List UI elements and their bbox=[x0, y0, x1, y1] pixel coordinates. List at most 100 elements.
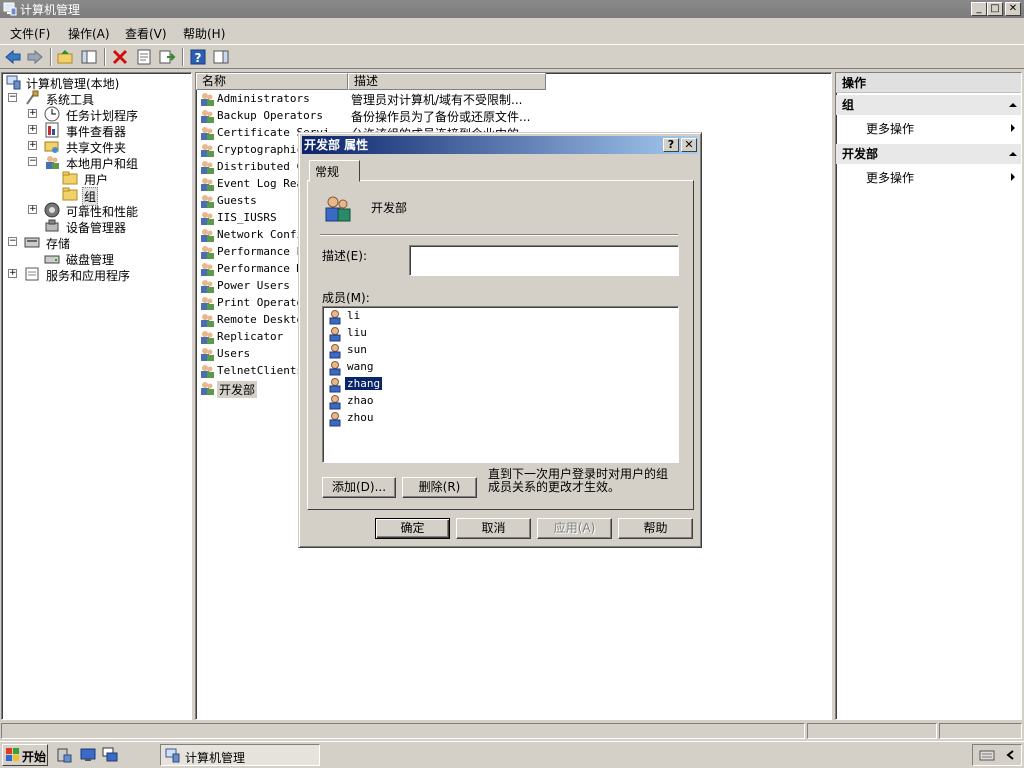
show-action-pane-icon[interactable] bbox=[212, 48, 230, 66]
folder-icon bbox=[62, 187, 78, 201]
status-panel-main bbox=[1, 723, 805, 739]
dialog-close-button[interactable]: ✕ bbox=[681, 138, 697, 152]
taskbar-item-computer-management[interactable]: 计算机管理 bbox=[160, 744, 320, 766]
collapse-toggle[interactable]: − bbox=[28, 157, 37, 166]
remove-member-button[interactable]: 删除(R) bbox=[402, 477, 477, 498]
actions-header: 操作 bbox=[836, 73, 1021, 93]
clock-icon bbox=[44, 106, 60, 122]
table-row[interactable]: Backup Operators 备份操作员为了备份或还原文件... bbox=[196, 107, 831, 124]
minimize-button[interactable]: _ bbox=[971, 2, 987, 16]
row-name: IIS_IUSRS bbox=[217, 211, 277, 224]
expand-toggle[interactable]: + bbox=[28, 205, 37, 214]
group-icon bbox=[201, 178, 214, 191]
row-name: Print Operator bbox=[217, 296, 310, 309]
row-name: Event Log Read bbox=[217, 177, 310, 190]
export-list-icon[interactable] bbox=[158, 48, 176, 66]
expand-toggle[interactable]: + bbox=[28, 125, 37, 134]
description-input[interactable] bbox=[409, 245, 679, 276]
collapse-toggle[interactable]: − bbox=[8, 93, 17, 102]
dialog-help-button[interactable]: ? bbox=[663, 138, 679, 152]
show-desktop-icon[interactable] bbox=[80, 747, 96, 763]
group-icon bbox=[201, 297, 214, 310]
collapse-toggle[interactable]: − bbox=[8, 237, 17, 246]
more-actions-groups[interactable]: 更多操作 bbox=[866, 120, 914, 137]
row-name: Guests bbox=[217, 194, 257, 207]
services-icon bbox=[25, 267, 39, 281]
close-button[interactable]: ✕ bbox=[1005, 2, 1021, 16]
chevron-left-icon[interactable] bbox=[1005, 749, 1017, 761]
expand-toggle[interactable]: + bbox=[28, 109, 37, 118]
ok-button[interactable]: 确定 bbox=[375, 518, 450, 539]
group-icon bbox=[201, 229, 214, 242]
user-icon bbox=[329, 310, 341, 325]
windows-logo-icon bbox=[6, 748, 19, 761]
row-description: 备份操作员为了备份或还原文件... bbox=[351, 110, 531, 124]
members-label: 成员(M): bbox=[322, 291, 370, 305]
member-name: sun bbox=[347, 343, 367, 356]
keyboard-icon[interactable] bbox=[979, 748, 995, 762]
back-arrow-icon[interactable] bbox=[4, 48, 22, 66]
member-name: zhao bbox=[347, 394, 374, 407]
maximize-button[interactable]: □ bbox=[987, 2, 1003, 16]
table-row[interactable]: Administrators 管理员对计算机/域有不受限制... bbox=[196, 90, 831, 107]
cancel-button[interactable]: 取消 bbox=[456, 518, 531, 539]
row-name: Performance Mo bbox=[217, 262, 310, 275]
group-icon bbox=[201, 127, 214, 140]
group-icon bbox=[201, 280, 214, 293]
row-name: Users bbox=[217, 347, 251, 360]
menu-view[interactable]: 查看(V) bbox=[125, 25, 167, 42]
start-button[interactable]: 开始 bbox=[2, 744, 48, 766]
status-panel-3 bbox=[939, 723, 1022, 739]
users-icon bbox=[46, 156, 59, 169]
user-icon bbox=[329, 378, 341, 393]
apply-button[interactable]: 应用(A) bbox=[537, 518, 612, 539]
add-member-button[interactable]: 添加(D)... bbox=[322, 477, 396, 498]
column-header-description[interactable]: 描述 bbox=[348, 73, 546, 90]
server-manager-icon[interactable] bbox=[56, 747, 72, 763]
menu-action[interactable]: 操作(A) bbox=[68, 25, 110, 42]
collapse-up-icon[interactable] bbox=[1009, 152, 1017, 156]
window-title-bar: 计算机管理 _ □ ✕ bbox=[0, 0, 1024, 18]
delete-icon[interactable] bbox=[111, 48, 129, 66]
member-name: zhang bbox=[345, 377, 383, 390]
row-name: Remote Desktop bbox=[217, 313, 310, 326]
collapse-up-icon[interactable] bbox=[1009, 103, 1017, 107]
menu-help[interactable]: 帮助(H) bbox=[183, 25, 225, 42]
row-name: Performance Lo bbox=[217, 245, 310, 258]
actions-pane: 操作 组 更多操作 开发部 更多操作 bbox=[835, 72, 1022, 720]
help-button[interactable]: 帮助 bbox=[618, 518, 693, 539]
menu-file[interactable]: 文件(F) bbox=[10, 25, 50, 42]
command-prompt-icon[interactable] bbox=[102, 747, 118, 763]
help-icon[interactable]: ? bbox=[189, 48, 207, 66]
console-tree[interactable]: 计算机管理(本地) − 系统工具 + 任务计划程序 + 事件查看器 + 共享文件… bbox=[1, 72, 192, 720]
expand-toggle[interactable]: + bbox=[28, 141, 37, 150]
row-name: Network Config bbox=[217, 228, 310, 241]
properties-icon[interactable] bbox=[135, 48, 153, 66]
actions-section-dev-dept[interactable]: 开发部 bbox=[836, 144, 1021, 164]
members-list[interactable]: li liu sun wang zhang zhao zhou bbox=[322, 306, 679, 463]
expand-toggle[interactable]: + bbox=[8, 269, 17, 278]
column-header-name[interactable]: 名称 bbox=[196, 73, 348, 90]
more-actions-dev-dept[interactable]: 更多操作 bbox=[866, 169, 914, 186]
tools-icon bbox=[26, 90, 39, 105]
dialog-title-bar: 开发部 属性 ? ✕ bbox=[302, 136, 698, 154]
group-icon bbox=[201, 246, 214, 259]
svg-text:?: ? bbox=[195, 51, 202, 65]
separator bbox=[320, 234, 678, 236]
shared-folder-icon bbox=[44, 141, 59, 153]
row-description: 管理员对计算机/域有不受限制... bbox=[351, 93, 523, 107]
dialog-title: 开发部 属性 bbox=[304, 138, 369, 152]
show-hide-tree-icon[interactable] bbox=[80, 48, 98, 66]
status-bar bbox=[0, 722, 1024, 740]
group-icon bbox=[201, 161, 214, 174]
tab-general[interactable]: 常规 bbox=[309, 160, 360, 182]
forward-arrow-icon[interactable] bbox=[26, 48, 44, 66]
tab-panel-general: 开发部 描述(E): 成员(M): li liu sun wang zhang zhao z… bbox=[307, 180, 694, 510]
computer-management-icon bbox=[3, 2, 17, 16]
up-folder-icon[interactable] bbox=[56, 48, 74, 66]
user-icon bbox=[329, 361, 341, 376]
description-label: 描述(E): bbox=[322, 249, 367, 263]
actions-section-groups[interactable]: 组 bbox=[836, 95, 1021, 115]
disk-icon bbox=[44, 255, 60, 264]
status-panel-2 bbox=[807, 723, 937, 739]
